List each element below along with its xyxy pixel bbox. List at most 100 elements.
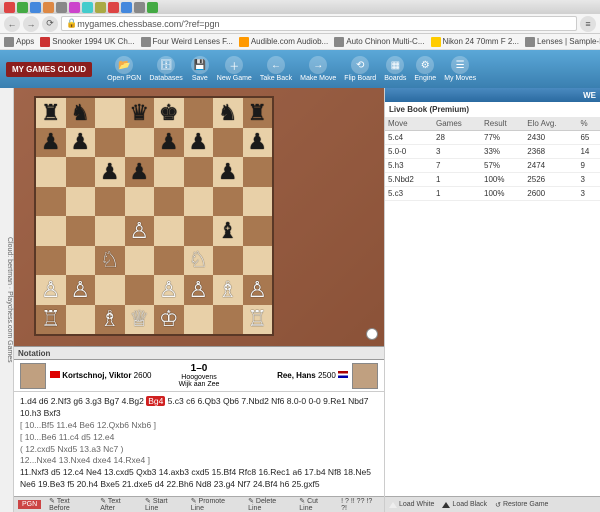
toolbar-flip-board[interactable]: ⟲Flip Board [341, 56, 379, 82]
column-header[interactable]: Move [385, 117, 433, 131]
square-f4[interactable] [184, 216, 214, 246]
restore-game-button[interactable]: ↺ Restore Game [495, 501, 548, 509]
square-g4[interactable]: ♝ [213, 216, 243, 246]
square-g2[interactable]: ♗ [213, 275, 243, 305]
column-header[interactable]: % [577, 117, 600, 131]
square-e4[interactable] [154, 216, 184, 246]
square-a5[interactable] [36, 187, 66, 217]
livebook-row[interactable]: 5.c31100%26003 [385, 187, 600, 201]
load-white-button[interactable]: Load White [389, 501, 434, 508]
tool-cut-line[interactable]: ✎ Cut Line [299, 497, 333, 512]
tool-text-after[interactable]: ✎ Text After [100, 497, 137, 512]
square-b2[interactable]: ♙ [66, 275, 96, 305]
pgn-tab[interactable]: PGN [18, 500, 41, 509]
square-e5[interactable] [154, 187, 184, 217]
toolbar-save[interactable]: 💾Save [188, 56, 212, 82]
toolbar-open-pgn[interactable]: 📂Open PGN [104, 56, 144, 82]
square-a7[interactable]: ♟ [36, 128, 66, 158]
square-g5[interactable] [213, 187, 243, 217]
toolbar-take-back[interactable]: ←Take Back [257, 56, 295, 82]
square-f5[interactable] [184, 187, 214, 217]
bookmark[interactable]: Auto Chinon Multi-C... [334, 37, 424, 47]
toolbar-databases[interactable]: 🗄Databases [146, 56, 185, 82]
tool-text-before[interactable]: ✎ Text Before [49, 497, 92, 512]
square-c1[interactable]: ♗ [95, 305, 125, 335]
annotation-symbols[interactable]: ! ? !! ?? !? ?! [341, 498, 380, 512]
square-d5[interactable] [125, 187, 155, 217]
bookmark[interactable]: Audible.com Audiob... [239, 37, 328, 47]
square-d4[interactable]: ♙ [125, 216, 155, 246]
square-g8[interactable]: ♞ [213, 98, 243, 128]
square-a4[interactable] [36, 216, 66, 246]
square-h5[interactable] [243, 187, 273, 217]
livebook-row[interactable]: 5.h3757%24749 [385, 159, 600, 173]
bookmark[interactable]: Lenses | Sample-Ima... [525, 37, 600, 47]
square-b7[interactable]: ♟ [66, 128, 96, 158]
square-a6[interactable] [36, 157, 66, 187]
square-g1[interactable] [213, 305, 243, 335]
square-f6[interactable] [184, 157, 214, 187]
square-c6[interactable]: ♟ [95, 157, 125, 187]
toolbar-engine[interactable]: ⚙Engine [411, 56, 439, 82]
square-b1[interactable] [66, 305, 96, 335]
square-g3[interactable] [213, 246, 243, 276]
square-d2[interactable] [125, 275, 155, 305]
column-header[interactable]: Elo Avg. [524, 117, 577, 131]
tool-promote-line[interactable]: ✎ Promote Line [191, 497, 240, 512]
square-h6[interactable] [243, 157, 273, 187]
square-e2[interactable]: ♙ [154, 275, 184, 305]
square-a2[interactable]: ♙ [36, 275, 66, 305]
reload-button[interactable]: ⟳ [42, 16, 58, 32]
square-b4[interactable] [66, 216, 96, 246]
bookmark[interactable]: Four Weird Lenses F... [141, 37, 233, 47]
square-e1[interactable]: ♔ [154, 305, 184, 335]
square-f7[interactable]: ♟ [184, 128, 214, 158]
livebook-row[interactable]: 5.c42877%243065 [385, 131, 600, 145]
square-c4[interactable] [95, 216, 125, 246]
livebook-row[interactable]: 5.Nbd21100%25263 [385, 173, 600, 187]
square-h7[interactable]: ♟ [243, 128, 273, 158]
toolbar-new-game[interactable]: ＋New Game [214, 56, 255, 82]
square-h8[interactable]: ♜ [243, 98, 273, 128]
square-h4[interactable] [243, 216, 273, 246]
column-header[interactable]: Result [481, 117, 524, 131]
move-list[interactable]: 1.d4 d6 2.Nf3 g6 3.g3 Bg7 4.Bg2 Bg4 5.c3… [14, 392, 384, 496]
square-b5[interactable] [66, 187, 96, 217]
chessboard[interactable]: ♜♞♛♚♞♜♟♟♟♟♟♟♟♟♙♝♘♘♙♙♙♙♗♙♖♗♕♔♖ [34, 96, 274, 336]
address-bar[interactable]: 🔒 mygames.chessbase.com/?ref=pgn [61, 16, 577, 31]
square-e3[interactable] [154, 246, 184, 276]
square-c5[interactable] [95, 187, 125, 217]
square-a8[interactable]: ♜ [36, 98, 66, 128]
square-g7[interactable] [213, 128, 243, 158]
square-h1[interactable]: ♖ [243, 305, 273, 335]
square-c3[interactable]: ♘ [95, 246, 125, 276]
square-f3[interactable]: ♘ [184, 246, 214, 276]
square-a3[interactable] [36, 246, 66, 276]
bookmark[interactable]: Apps [4, 37, 34, 47]
square-e8[interactable]: ♚ [154, 98, 184, 128]
square-b3[interactable] [66, 246, 96, 276]
square-g6[interactable]: ♟ [213, 157, 243, 187]
square-d7[interactable] [125, 128, 155, 158]
toolbar-boards[interactable]: ▦Boards [381, 56, 409, 82]
square-f2[interactable]: ♙ [184, 275, 214, 305]
square-d6[interactable]: ♟ [125, 157, 155, 187]
toolbar-my-moves[interactable]: ☰My Moves [441, 56, 479, 82]
square-d8[interactable]: ♛ [125, 98, 155, 128]
tool-start-line[interactable]: ✎ Start Line [145, 497, 183, 512]
square-e7[interactable]: ♟ [154, 128, 184, 158]
load-black-button[interactable]: Load Black [442, 501, 487, 508]
tool-delete-line[interactable]: ✎ Delete Line [248, 497, 291, 512]
square-h3[interactable] [243, 246, 273, 276]
square-f1[interactable] [184, 305, 214, 335]
column-header[interactable]: Games [433, 117, 481, 131]
square-b6[interactable] [66, 157, 96, 187]
square-c8[interactable] [95, 98, 125, 128]
menu-button[interactable]: ≡ [580, 16, 596, 32]
square-h2[interactable]: ♙ [243, 275, 273, 305]
bookmark[interactable]: Nikon 24 70mm F 2... [431, 37, 519, 47]
square-d1[interactable]: ♕ [125, 305, 155, 335]
square-a1[interactable]: ♖ [36, 305, 66, 335]
bookmark[interactable]: Snooker 1994 UK Ch... [40, 37, 134, 47]
livebook-row[interactable]: 5.0-0333%236814 [385, 145, 600, 159]
